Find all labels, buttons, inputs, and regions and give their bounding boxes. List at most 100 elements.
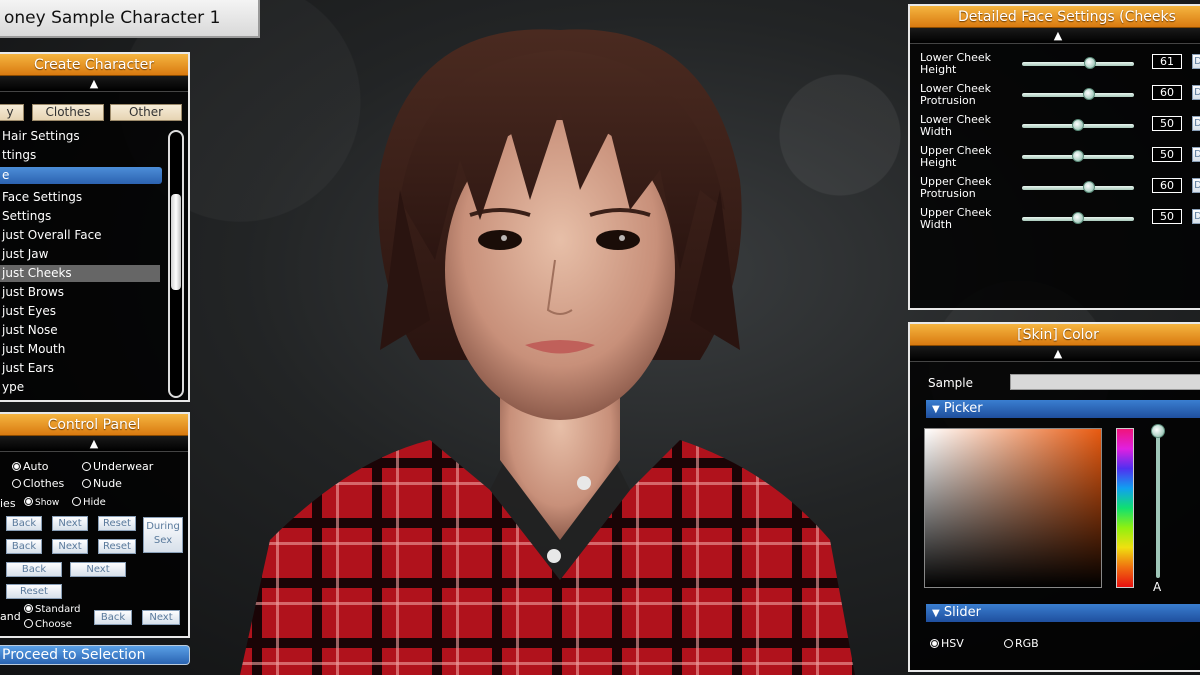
opt-show[interactable]: Show bbox=[24, 497, 59, 508]
slider-value[interactable]: 50 bbox=[1152, 116, 1182, 131]
default-button[interactable]: D bbox=[1192, 209, 1200, 224]
tab-other[interactable]: Other bbox=[110, 104, 182, 121]
menu-adjust-nose[interactable]: just Nose bbox=[0, 322, 58, 339]
opt-auto[interactable]: Auto bbox=[12, 460, 49, 473]
slider-track[interactable] bbox=[1022, 212, 1134, 224]
skin-collapse-toggle[interactable]: ▲ bbox=[910, 346, 1200, 362]
menu-scroll-thumb[interactable] bbox=[171, 194, 181, 290]
default-button[interactable]: D bbox=[1192, 54, 1200, 69]
menu-hair-settings[interactable]: Hair Settings bbox=[0, 128, 80, 145]
skin-color-header: [Skin] Color bbox=[910, 324, 1200, 346]
default-button[interactable]: D bbox=[1192, 85, 1200, 100]
back-button-2[interactable]: Back bbox=[6, 539, 42, 554]
menu-sub-settings[interactable]: Settings bbox=[0, 208, 51, 225]
during-sex-button[interactable]: During Sex bbox=[143, 517, 183, 553]
next-button-1[interactable]: Next bbox=[52, 516, 88, 531]
back-button-1[interactable]: Back bbox=[6, 516, 42, 531]
radio-icon bbox=[82, 479, 91, 488]
slider-knob[interactable] bbox=[1084, 57, 1097, 69]
character-name: oney Sample Character 1 bbox=[0, 0, 260, 38]
background-label: and bbox=[0, 610, 21, 623]
triangle-up-icon: ▲ bbox=[89, 437, 99, 450]
menu-adjust-mouth[interactable]: just Mouth bbox=[0, 341, 65, 358]
face-collapse-toggle[interactable]: ▲ bbox=[910, 28, 1200, 44]
reset-button-1[interactable]: Reset bbox=[98, 516, 136, 531]
radio-icon bbox=[24, 604, 33, 613]
opt-hsv[interactable]: HSV bbox=[930, 637, 964, 650]
menu-adjust-eyes[interactable]: just Eyes bbox=[0, 303, 56, 320]
menu-type[interactable]: ype bbox=[0, 379, 24, 396]
color-picker-area[interactable] bbox=[924, 428, 1102, 588]
opt-clothes[interactable]: Clothes bbox=[12, 477, 64, 490]
slider-row: Upper CheekProtrusion 60 D bbox=[920, 176, 1200, 207]
menu-adjust-ears[interactable]: just Ears bbox=[0, 360, 54, 377]
slider-knob[interactable] bbox=[1072, 150, 1084, 162]
menu-settings[interactable]: ttings bbox=[0, 147, 36, 164]
next-button-2[interactable]: Next bbox=[52, 539, 88, 554]
slider-label: Lower Cheek Protrusion bbox=[920, 82, 992, 107]
opt-nude[interactable]: Nude bbox=[82, 477, 122, 490]
tab-body[interactable]: y bbox=[0, 104, 24, 121]
control-collapse-toggle[interactable]: ▲ bbox=[0, 436, 188, 452]
opt-underwear[interactable]: Underwear bbox=[82, 460, 153, 473]
triangle-down-icon: ▼ bbox=[932, 608, 940, 619]
opt-hide[interactable]: Hide bbox=[72, 497, 106, 508]
slider-track[interactable] bbox=[1022, 181, 1134, 193]
menu-adjust-brows[interactable]: just Brows bbox=[0, 284, 64, 301]
slider-value[interactable]: 50 bbox=[1152, 209, 1182, 224]
slider-knob[interactable] bbox=[1072, 119, 1084, 131]
slider-row: Lower CheekProtrusion 60 D bbox=[920, 83, 1200, 114]
skin-color-panel: [Skin] Color ▲ Sample ▼ Picker A ▼ Slide… bbox=[908, 322, 1200, 672]
triangle-down-icon: ▼ bbox=[932, 404, 940, 415]
slider-knob[interactable] bbox=[1083, 88, 1096, 100]
opt-standard[interactable]: Standard bbox=[24, 604, 81, 615]
slider-track[interactable] bbox=[1022, 57, 1134, 69]
radio-icon bbox=[930, 639, 939, 648]
slider-track[interactable] bbox=[1022, 119, 1134, 131]
default-button[interactable]: D bbox=[1192, 116, 1200, 131]
slider-track[interactable] bbox=[1022, 150, 1134, 162]
menu-adjust-overall-face[interactable]: just Overall Face bbox=[0, 227, 102, 244]
next-button-3[interactable]: Next bbox=[70, 562, 126, 577]
triangle-up-icon: ▲ bbox=[89, 77, 99, 90]
proceed-to-selection-button[interactable]: Proceed to Selection bbox=[0, 645, 190, 665]
back-button-3[interactable]: Back bbox=[6, 562, 62, 577]
slider-knob[interactable] bbox=[1072, 212, 1084, 224]
alpha-knob[interactable] bbox=[1151, 424, 1165, 438]
menu-adjust-cheeks[interactable]: just Cheeks bbox=[0, 265, 160, 282]
character-preview bbox=[240, 29, 855, 675]
radio-icon bbox=[24, 619, 33, 628]
menu-face-settings[interactable]: Face Settings bbox=[0, 189, 82, 206]
slider-label: Upper Cheek Protrusion bbox=[920, 175, 992, 200]
menu-adjust-jaw[interactable]: just Jaw bbox=[0, 246, 48, 263]
slider-value[interactable]: 60 bbox=[1152, 178, 1182, 193]
next-button-4[interactable]: Next bbox=[142, 610, 180, 625]
slider-row: Upper CheekWidth 50 D bbox=[920, 207, 1200, 238]
face-settings-panel: Detailed Face Settings (Cheeks ▲ Lower C… bbox=[908, 4, 1200, 310]
slider-value[interactable]: 50 bbox=[1152, 147, 1182, 162]
face-settings-header: Detailed Face Settings (Cheeks bbox=[910, 6, 1200, 28]
opt-rgb[interactable]: RGB bbox=[1004, 637, 1039, 650]
picker-section[interactable]: ▼ Picker bbox=[926, 400, 1200, 418]
slider-track[interactable] bbox=[1022, 88, 1134, 100]
collapse-toggle[interactable]: ▲ bbox=[0, 76, 188, 92]
default-button[interactable]: D bbox=[1192, 178, 1200, 193]
default-button[interactable]: D bbox=[1192, 147, 1200, 162]
tab-clothes[interactable]: Clothes bbox=[32, 104, 104, 121]
slider-knob[interactable] bbox=[1083, 181, 1096, 193]
slider-value[interactable]: 60 bbox=[1152, 85, 1182, 100]
sample-swatch bbox=[1010, 374, 1200, 390]
radio-icon bbox=[72, 497, 81, 506]
slider-section[interactable]: ▼ Slider bbox=[926, 604, 1200, 622]
back-button-4[interactable]: Back bbox=[94, 610, 132, 625]
reset-button-2[interactable]: Reset bbox=[98, 539, 136, 554]
menu-scrollbar[interactable] bbox=[168, 130, 184, 398]
radio-icon bbox=[82, 462, 91, 471]
menu-face[interactable]: e bbox=[0, 167, 162, 184]
hue-slider[interactable] bbox=[1116, 428, 1134, 588]
create-character-panel: Create Character ▲ y Clothes Other Hair … bbox=[0, 52, 190, 402]
slider-value[interactable]: 61 bbox=[1152, 54, 1182, 69]
opt-choose[interactable]: Choose bbox=[24, 619, 72, 630]
alpha-slider[interactable] bbox=[1151, 424, 1165, 578]
reset-button-3[interactable]: Reset bbox=[6, 584, 62, 599]
